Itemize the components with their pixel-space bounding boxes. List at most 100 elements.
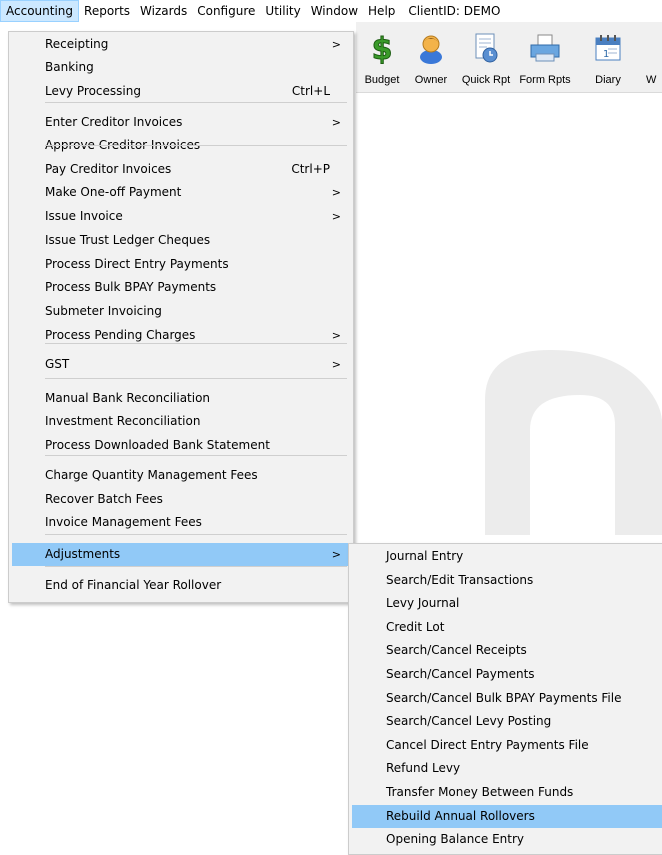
submenu-item-label: Credit Lot — [386, 619, 445, 634]
submenu-item-opening-balance-entry[interactable]: Opening Balance Entry — [352, 828, 662, 851]
submenu-item-label: Search/Cancel Receipts — [386, 643, 527, 658]
shortcut-label: Ctrl+L — [291, 84, 330, 98]
submenu-item-label: Search/Cancel Levy Posting — [386, 714, 552, 729]
menu-bar: Accounting Reports Wizards Configure Uti… — [0, 0, 662, 22]
menu-separator — [45, 343, 347, 344]
menu-reports[interactable]: Reports — [79, 0, 135, 22]
menu-item-enter-creditor-invoices[interactable]: Enter Creditor Invoices > — [12, 111, 350, 134]
submenu-item-label: Levy Journal — [386, 596, 460, 611]
menu-item-label: Issue Trust Ledger Cheques — [45, 233, 211, 247]
menu-window[interactable]: Window — [306, 0, 363, 22]
menu-item-process-bulk-bpay-payments[interactable]: Process Bulk BPAY Payments — [12, 276, 350, 299]
menu-separator — [45, 145, 347, 146]
menu-accounting[interactable]: Accounting — [0, 0, 80, 22]
submenu-item-label: Search/Cancel Bulk BPAY Payments File — [386, 690, 622, 705]
menu-item-recover-batch-fees[interactable]: Recover Batch Fees — [12, 488, 350, 511]
submenu-item-levy-journal[interactable]: Levy Journal — [352, 592, 662, 615]
menu-separator — [45, 378, 347, 379]
menu-item-issue-trust-ledger-cheques[interactable]: Issue Trust Ledger Cheques — [12, 229, 350, 252]
menu-item-label: End of Financial Year Rollover — [45, 578, 222, 592]
diary-button[interactable]: 1 Diary — [588, 26, 628, 88]
menu-item-adjustments[interactable]: Adjustments > — [12, 543, 350, 566]
adjustments-submenu: Journal Entry Search/Edit Transactions Lev… — [348, 543, 662, 855]
menu-item-banking[interactable]: Banking — [12, 56, 350, 79]
menu-item-label: Process Direct Entry Payments — [45, 257, 229, 271]
submenu-item-cancel-direct-entry-payments-file[interactable]: Cancel Direct Entry Payments File — [352, 734, 662, 757]
menu-item-process-direct-entry-payments[interactable]: Process Direct Entry Payments — [12, 253, 350, 276]
submenu-arrow-icon: > — [331, 186, 341, 199]
submenu-item-transfer-money-between-funds[interactable]: Transfer Money Between Funds — [352, 781, 662, 804]
partial-toolbar-button[interactable]: W — [646, 26, 662, 88]
menu-utility[interactable]: Utility — [260, 0, 305, 22]
submenu-item-label: Journal Entry — [386, 549, 464, 563]
submenu-arrow-icon: > — [331, 38, 341, 51]
menu-item-label: Invoice Management Fees — [45, 515, 202, 529]
menu-item-label: Process Bulk BPAY Payments — [45, 280, 217, 294]
menu-wizards[interactable]: Wizards — [135, 0, 192, 22]
menu-item-label: Investment Reconciliation — [45, 414, 201, 428]
menu-item-label: Process Downloaded Bank Statement — [45, 438, 270, 452]
person-icon — [420, 35, 442, 64]
background-logo — [485, 350, 662, 535]
menu-item-receipting[interactable]: Receipting > — [12, 33, 350, 56]
owner-label: Owner — [414, 74, 448, 86]
menu-item-investment-reconciliation[interactable]: Investment Reconciliation — [12, 410, 350, 433]
menu-item-manual-bank-reconciliation[interactable]: Manual Bank Reconciliation — [12, 387, 350, 410]
submenu-item-search-edit-transactions[interactable]: Search/Edit Transactions — [352, 569, 662, 592]
quick-rpt-label: Quick Rpt — [461, 74, 511, 86]
menu-separator — [45, 455, 347, 456]
submenu-item-label: Cancel Direct Entry Payments File — [386, 737, 589, 752]
menu-item-label: Pay Creditor Invoices — [45, 162, 172, 176]
menu-item-end-of-financial-year-rollover[interactable]: End of Financial Year Rollover — [12, 574, 350, 597]
form-rpts-button[interactable]: Form Rpts — [516, 26, 574, 88]
owner-button[interactable]: Owner — [406, 26, 456, 88]
submenu-item-label: Rebuild Annual Rollovers — [386, 808, 535, 823]
svg-text:1: 1 — [603, 49, 609, 60]
menu-item-charge-quantity-management-fees[interactable]: Charge Quantity Management Fees — [12, 464, 350, 487]
budget-button[interactable]: $ Budget — [360, 26, 404, 88]
menu-item-make-one-off-payment[interactable]: Make One-off Payment > — [12, 181, 350, 204]
report-clock-icon — [475, 33, 498, 63]
submenu-item-search-cancel-payments[interactable]: Search/Cancel Payments — [352, 663, 662, 686]
submenu-item-journal-entry[interactable]: Journal Entry — [352, 545, 662, 568]
partial-toolbar-label: W — [646, 74, 657, 86]
menu-separator — [45, 566, 347, 567]
submenu-arrow-icon: > — [331, 358, 341, 371]
menu-item-gst[interactable]: GST > — [12, 353, 350, 376]
submenu-item-label: Search/Cancel Payments — [386, 667, 535, 681]
submenu-item-label: Refund Levy — [386, 761, 461, 776]
dollar-icon: $ — [371, 32, 393, 64]
menu-configure[interactable]: Configure — [192, 0, 260, 22]
submenu-item-refund-levy[interactable]: Refund Levy — [352, 757, 662, 780]
menu-item-label: Submeter Invoicing — [45, 304, 162, 318]
menu-item-pay-creditor-invoices[interactable]: Pay Creditor Invoices Ctrl+P — [12, 158, 350, 181]
shortcut-label: Ctrl+P — [291, 162, 330, 176]
menu-item-issue-invoice[interactable]: Issue Invoice > — [12, 205, 350, 228]
menu-separator — [45, 102, 347, 103]
quick-rpt-button[interactable]: Quick Rpt — [458, 26, 514, 88]
diary-label: Diary — [595, 74, 621, 86]
menu-item-label: Charge Quantity Management Fees — [45, 468, 258, 482]
submenu-item-search-cancel-bulk-bpay-payments-file[interactable]: Search/Cancel Bulk BPAY Payments File — [352, 687, 662, 710]
menu-item-process-downloaded-bank-statement[interactable]: Process Downloaded Bank Statement — [12, 434, 350, 457]
submenu-item-rebuild-annual-rollovers[interactable]: Rebuild Annual Rollovers — [352, 804, 662, 828]
menu-item-label: GST — [45, 357, 70, 371]
submenu-item-search-cancel-receipts[interactable]: Search/Cancel Receipts — [352, 639, 662, 662]
menu-item-submeter-invoicing[interactable]: Submeter Invoicing — [12, 300, 350, 323]
menu-item-levy-processing[interactable]: Levy Processing Ctrl+L — [12, 80, 350, 103]
menu-item-label: Receipting — [45, 37, 109, 51]
submenu-item-search-cancel-levy-posting[interactable]: Search/Cancel Levy Posting — [352, 710, 662, 733]
menu-item-label: Enter Creditor Invoices — [45, 115, 183, 129]
submenu-item-credit-lot[interactable]: Credit Lot — [352, 616, 662, 639]
calendar-icon: 1 — [595, 35, 621, 61]
submenu-arrow-icon: > — [331, 116, 341, 129]
menu-item-label: Levy Processing — [45, 84, 141, 98]
submenu-arrow-icon: > — [331, 210, 341, 223]
menu-item-label: Make One-off Payment — [45, 185, 182, 199]
submenu-item-label: Opening Balance Entry — [386, 832, 525, 847]
menu-help[interactable]: Help — [363, 0, 400, 22]
accounting-menu: Receipting > Banking Levy Processing Ctrl+L E… — [8, 31, 354, 603]
menu-item-label: Banking — [45, 60, 94, 74]
menu-item-invoice-management-fees[interactable]: Invoice Management Fees — [12, 511, 350, 534]
toolbar: $ Budget Owner Quick Rpt Form Rpts 1 Dia… — [356, 22, 662, 93]
